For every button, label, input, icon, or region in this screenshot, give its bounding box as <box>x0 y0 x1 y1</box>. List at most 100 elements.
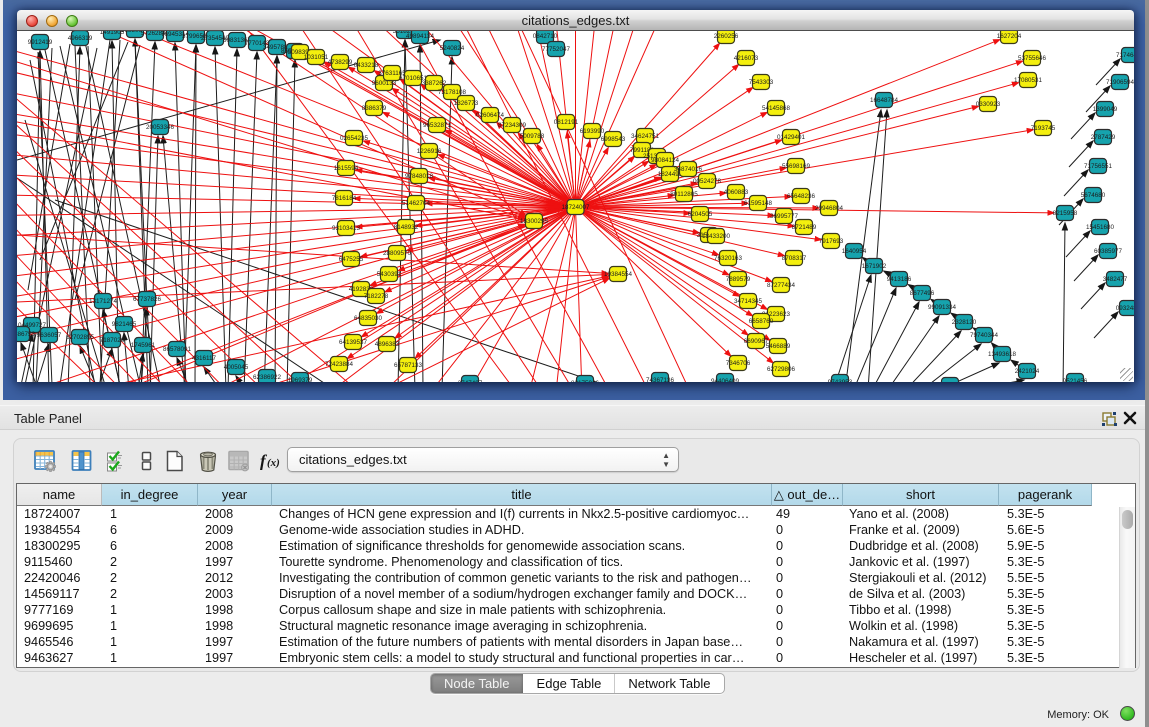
svg-text:1615594: 1615594 <box>334 165 359 172</box>
svg-text:80112805: 80112805 <box>670 191 698 198</box>
svg-text:51462704: 51462704 <box>402 200 431 207</box>
svg-text:4216073: 4216073 <box>734 55 759 62</box>
svg-text:2328120: 2328120 <box>952 319 977 326</box>
svg-text:53755646: 53755646 <box>1018 55 1047 62</box>
svg-text:6193990: 6193990 <box>580 128 605 135</box>
svg-text:5674680: 5674680 <box>1081 192 1106 199</box>
svg-text:9521456: 9521456 <box>1063 378 1088 382</box>
svg-text:55698169: 55698169 <box>782 163 811 170</box>
svg-text:64139537: 64139537 <box>339 339 368 346</box>
svg-text:16648784: 16648784 <box>870 97 899 104</box>
svg-text:18724007: 18724007 <box>561 204 590 211</box>
svg-text:60385977: 60385977 <box>1094 248 1123 255</box>
svg-text:7543303: 7543303 <box>749 79 774 86</box>
svg-text:7889579: 7889579 <box>726 276 751 283</box>
svg-text:2787429: 2787429 <box>1091 134 1116 141</box>
svg-text:61595148: 61595148 <box>744 200 773 207</box>
svg-text:13433200: 13433200 <box>702 233 731 240</box>
svg-text:3387262: 3387262 <box>422 80 447 87</box>
svg-text:0812191: 0812191 <box>554 119 579 126</box>
svg-text:02654235: 02654235 <box>340 135 369 142</box>
svg-text:1326773: 1326773 <box>454 100 479 107</box>
svg-text:1745961: 1745961 <box>131 342 156 349</box>
svg-text:65787133: 65787133 <box>394 362 423 369</box>
svg-text:71746488: 71746488 <box>1116 52 1134 59</box>
svg-text:5430391: 5430391 <box>377 271 402 278</box>
svg-text:34714345: 34714345 <box>734 298 763 305</box>
svg-text:62729806: 62729806 <box>767 366 796 373</box>
svg-text:7193745: 7193745 <box>1031 125 1056 132</box>
svg-text:4060883: 4060883 <box>724 189 749 196</box>
svg-text:15451680: 15451680 <box>1086 224 1115 231</box>
svg-text:4005045: 4005045 <box>224 364 249 371</box>
svg-text:5466889: 5466889 <box>766 343 791 350</box>
svg-text:13493618: 13493618 <box>988 351 1017 358</box>
svg-text:9743953: 9743953 <box>828 379 853 382</box>
svg-text:1031051: 1031051 <box>304 54 329 61</box>
svg-text:3482477: 3482477 <box>1103 276 1128 283</box>
svg-text:1399049: 1399049 <box>1093 106 1118 113</box>
svg-text:20053346: 20053346 <box>146 124 175 131</box>
svg-text:74367136: 74367136 <box>646 377 675 382</box>
svg-text:9912419: 9912419 <box>28 39 53 46</box>
svg-text:28809570: 28809570 <box>383 250 412 257</box>
svg-text:4316117: 4316117 <box>192 355 217 362</box>
svg-text:55886753: 55886753 <box>17 331 35 338</box>
svg-text:2421024: 2421024 <box>1015 368 1040 375</box>
svg-text:6658760: 6658760 <box>749 318 774 325</box>
svg-text:94406409: 94406409 <box>711 378 740 382</box>
svg-text:17080531: 17080531 <box>1014 77 1043 84</box>
svg-text:1640954: 1640954 <box>842 248 867 255</box>
svg-text:5240824: 5240824 <box>440 45 465 52</box>
svg-text:(x): (x) <box>267 457 280 469</box>
svg-text:7917693: 7917693 <box>819 238 844 245</box>
svg-text:3747407: 3747407 <box>458 380 483 382</box>
svg-text:97848018: 97848018 <box>405 173 434 180</box>
svg-text:9636057: 9636057 <box>37 332 62 339</box>
svg-text:0932480: 0932480 <box>1116 305 1134 312</box>
svg-text:1226916: 1226916 <box>417 148 442 155</box>
svg-text:98084124: 98084124 <box>651 157 680 164</box>
svg-text:93103413: 93103413 <box>332 225 361 232</box>
svg-text:9821465: 9821465 <box>112 321 137 328</box>
svg-text:36995777: 36995777 <box>770 213 799 220</box>
svg-text:76320163: 76320163 <box>714 255 743 262</box>
svg-text:54145868: 54145868 <box>762 105 791 112</box>
svg-text:19384554: 19384554 <box>604 271 633 278</box>
svg-text:71756551: 71756551 <box>1084 163 1113 170</box>
svg-text:72423884: 72423884 <box>325 361 354 368</box>
svg-text:5009788: 5009788 <box>520 133 545 140</box>
svg-text:86578091: 86578091 <box>163 346 192 353</box>
svg-text:01429401: 01429401 <box>777 134 806 141</box>
svg-text:0433218: 0433218 <box>354 62 379 69</box>
svg-text:02606474: 02606474 <box>476 112 505 119</box>
svg-text:79740344: 79740344 <box>970 332 999 339</box>
svg-text:00524278: 00524278 <box>693 178 722 185</box>
svg-text:87234309: 87234309 <box>498 122 527 129</box>
svg-text:0330923: 0330923 <box>976 101 1001 108</box>
svg-text:34624751: 34624751 <box>631 133 660 140</box>
svg-text:1969379: 1969379 <box>288 377 313 382</box>
svg-text:4896383: 4896383 <box>375 341 400 348</box>
svg-text:7187026: 7187026 <box>100 337 125 344</box>
svg-text:7816184: 7816184 <box>332 195 357 202</box>
svg-text:49894134: 49894134 <box>406 33 435 40</box>
svg-text:64835030: 64835030 <box>354 315 383 322</box>
svg-text:87277434: 87277434 <box>767 282 796 289</box>
svg-text:8148932: 8148932 <box>394 224 419 231</box>
svg-text:62386922: 62386922 <box>253 374 282 381</box>
svg-text:65648236: 65648236 <box>787 193 816 200</box>
svg-text:18300295: 18300295 <box>520 218 549 225</box>
svg-text:7346706: 7346706 <box>726 360 751 367</box>
svg-text:9600133: 9600133 <box>372 80 397 87</box>
svg-text:8386379: 8386379 <box>362 105 387 112</box>
svg-text:4738299: 4738299 <box>328 59 353 66</box>
svg-text:29946804: 29946804 <box>815 205 844 212</box>
svg-text:8677496: 8677496 <box>910 290 935 297</box>
svg-text:6998543: 6998543 <box>601 136 626 143</box>
svg-text:71906594: 71906594 <box>1106 79 1134 86</box>
svg-text:8721489: 8721489 <box>792 224 817 231</box>
svg-text:99091334: 99091334 <box>928 304 957 311</box>
svg-text:1671902: 1671902 <box>862 263 887 270</box>
svg-text:2260256: 2260256 <box>714 33 739 40</box>
